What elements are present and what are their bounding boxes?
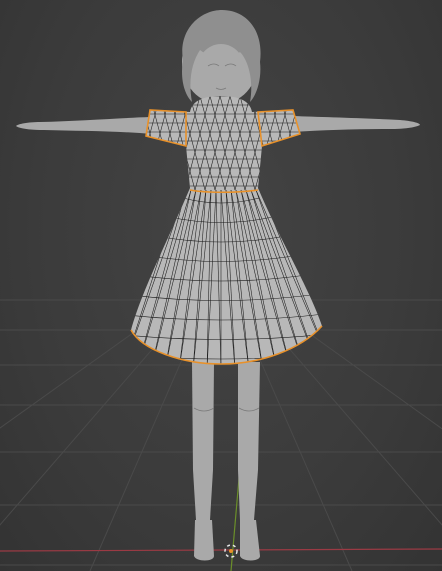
dress-mesh[interactable] [25,96,417,370]
3d-viewport[interactable] [0,0,442,571]
viewport-canvas[interactable] [0,0,442,571]
3d-cursor-icon[interactable] [224,544,238,558]
x-axis-line [0,548,442,552]
